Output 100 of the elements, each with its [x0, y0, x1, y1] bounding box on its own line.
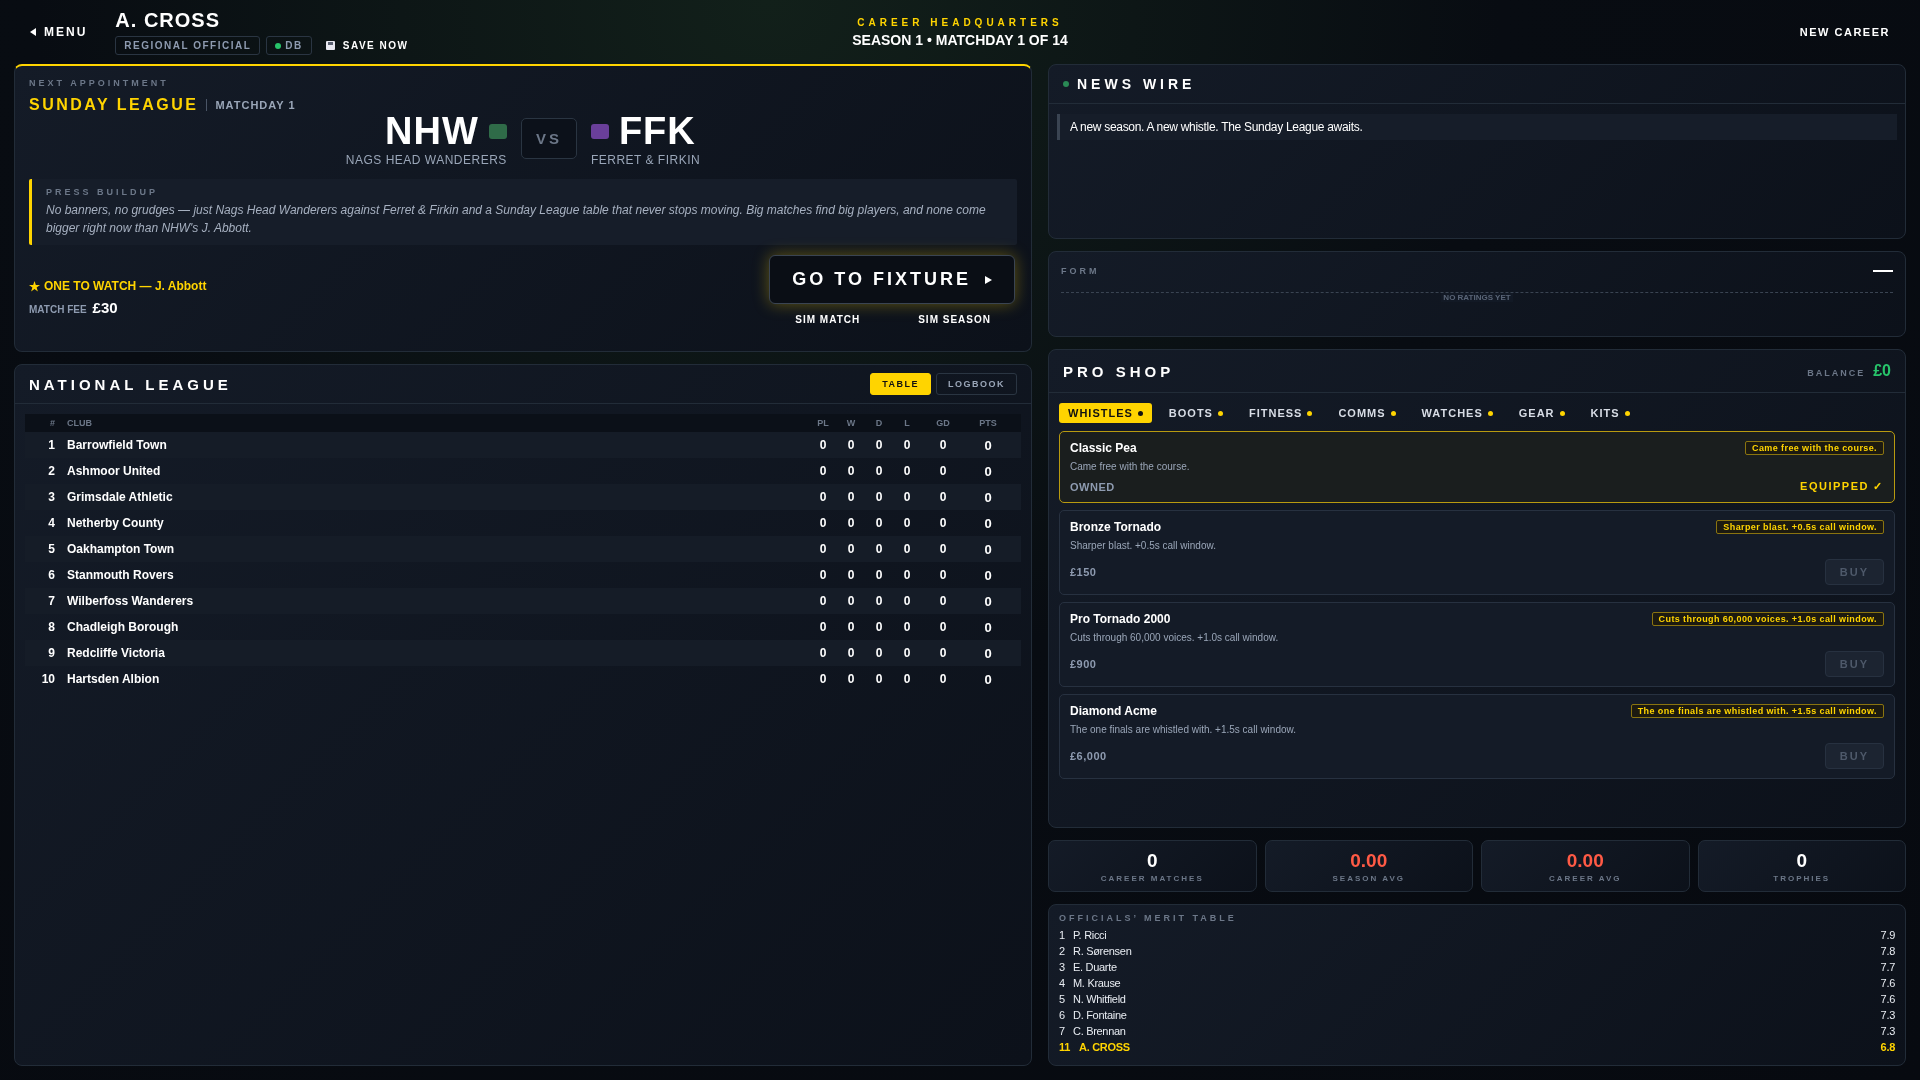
- shop-title: PRO SHOP: [1063, 362, 1175, 380]
- table-cell-text: Barrowfield Town: [66, 438, 168, 452]
- category-tab[interactable]: WATCHES: [1412, 403, 1502, 423]
- merit-rank: 7: [1059, 1025, 1066, 1037]
- role-badge: REGIONAL OFFICIAL: [115, 36, 261, 55]
- press-text: No banners, no grudges — just Nags Head Wanderers against Ferret & Firkin and a Sunday League table that never stops moving. Big matches find big players, and none come bigger right now than NHW's J. Abbott.: [46, 202, 987, 237]
- table-cell-text: 0: [846, 438, 856, 452]
- column-header: W: [845, 418, 857, 428]
- table-cell-text: 0: [938, 516, 948, 530]
- category-tab[interactable]: COMMS: [1329, 403, 1405, 423]
- table-cell-text: 0: [874, 620, 884, 634]
- table-cell-text: 0: [983, 463, 993, 479]
- table-cell-text: 0: [983, 567, 993, 583]
- stat-label: CAREER AVG: [1549, 873, 1622, 883]
- stat-value: 0.00: [1350, 849, 1388, 872]
- table-cell-text: Ashmoor United: [66, 464, 162, 478]
- category-tab[interactable]: FITNESS: [1239, 403, 1322, 423]
- table-cell-text: 0: [846, 672, 856, 686]
- merit-score: 7.8: [1880, 945, 1895, 957]
- table-cell-text: Wilberfoss Wanderers: [66, 594, 195, 608]
- team-abbreviation: NHW: [385, 110, 479, 153]
- table-cell-text: 0: [902, 646, 912, 660]
- table-cell-text: 0: [902, 542, 912, 556]
- item-tag: Cuts through 60,000 voices. +1.0s call window.: [1651, 612, 1884, 626]
- stat-label: SEASON AVG: [1332, 873, 1405, 883]
- table-cell-text: 0: [874, 464, 884, 478]
- merit-rank: 1: [1059, 929, 1066, 941]
- column-header: #: [49, 418, 56, 428]
- table-cell-text: 0: [938, 438, 948, 452]
- item-tag: The one finals are whistled with. +1.5s call window.: [1630, 704, 1884, 718]
- merit-score: 7.3: [1880, 1009, 1895, 1021]
- table-cell-text: 0: [846, 568, 856, 582]
- table-cell-text: 0: [902, 464, 912, 478]
- official-name: M. Krause: [1073, 977, 1122, 989]
- table-cell-text: 0: [818, 594, 828, 608]
- merit-rank: 3: [1059, 961, 1066, 973]
- column-header: L: [903, 418, 911, 428]
- matchday-label: MATCHDAY 1: [206, 99, 296, 111]
- view-tab[interactable]: LOGBOOK: [936, 373, 1017, 395]
- table-cell-text: 0: [846, 490, 856, 504]
- column-header: GD: [935, 418, 951, 428]
- item-description: Came free with the course.: [1070, 461, 1191, 474]
- table-cell-text: 0: [874, 490, 884, 504]
- sim-match-button[interactable]: SIM MATCH: [795, 314, 861, 325]
- go-to-fixture-button[interactable]: GO TO FIXTURE: [769, 255, 1015, 304]
- table-cell-text: Stanmouth Rovers: [66, 568, 175, 582]
- official-name: N. Whitfield: [1073, 993, 1127, 1005]
- table-cell-text: 10: [40, 672, 56, 686]
- item-status: OWNED: [1070, 480, 1115, 493]
- item-description: The one finals are whistled with. +1.5s call window.: [1070, 724, 1297, 737]
- table-cell-text: 0: [983, 619, 993, 635]
- table-cell-text: 8: [47, 620, 56, 634]
- official-name: R. Sørensen: [1073, 945, 1133, 957]
- table-cell-text: 0: [846, 516, 856, 530]
- table-cell-text: 0: [874, 646, 884, 660]
- table-cell-text: 5: [47, 542, 56, 556]
- save-button[interactable]: SAVE NOW: [317, 40, 417, 51]
- view-tab[interactable]: TABLE: [870, 373, 931, 395]
- table-cell-text: 0: [818, 672, 828, 686]
- merit-rank: 4: [1059, 977, 1066, 989]
- table-cell-text: 0: [902, 438, 912, 452]
- merit-score: 7.6: [1880, 993, 1895, 1005]
- item-description: Sharper blast. +0.5s call window.: [1070, 540, 1217, 553]
- table-cell-text: 4: [47, 516, 56, 530]
- table-cell-text: 0: [938, 490, 948, 504]
- news-title: NEWS WIRE: [1077, 76, 1196, 92]
- merit-title: OFFICIALS’ MERIT TABLE: [1059, 913, 1238, 923]
- table-cell-text: 0: [902, 620, 912, 634]
- category-tab[interactable]: WHISTLES: [1059, 403, 1152, 423]
- table-cell-text: 0: [818, 568, 828, 582]
- item-status: £900: [1070, 658, 1097, 670]
- empty-message: NO RATINGS YET: [1441, 293, 1513, 302]
- item-name: Bronze Tornado: [1070, 520, 1162, 534]
- sim-season-button[interactable]: SIM SEASON: [918, 314, 991, 325]
- official-name: A. CROSS: [115, 9, 222, 32]
- category-tab[interactable]: KITS: [1581, 403, 1639, 423]
- stat-value: 0: [1796, 849, 1808, 872]
- table-cell-text: Redcliffe Victoria: [66, 646, 166, 660]
- table-cell-text: 0: [983, 541, 993, 557]
- merit-score: 7.7: [1880, 961, 1895, 973]
- item-tag: Came free with the course.: [1745, 441, 1884, 455]
- new-career-button[interactable]: NEW CAREER: [1390, 26, 1890, 38]
- table-cell-text: 0: [938, 594, 948, 608]
- dash-icon: [1873, 270, 1893, 272]
- fee-label: MATCH FEE: [29, 304, 87, 315]
- category-tab[interactable]: GEAR: [1509, 403, 1574, 423]
- menu-button[interactable]: MENU: [30, 25, 88, 39]
- table-cell-text: 0: [818, 542, 828, 556]
- table-cell-text: 0: [938, 464, 948, 478]
- item-description: Cuts through 60,000 voices. +1.0s call window.: [1070, 632, 1280, 645]
- merit-rank: 11: [1059, 1041, 1072, 1053]
- team-abbreviation: FFK: [618, 110, 696, 153]
- table-cell-text: 0: [874, 594, 884, 608]
- balance-label: BALANCE: [1807, 368, 1866, 378]
- category-tab[interactable]: BOOTS: [1159, 403, 1232, 423]
- item-name: Classic Pea: [1070, 441, 1137, 455]
- table-cell-text: 0: [983, 515, 993, 531]
- form-label: FORM: [1061, 266, 1100, 276]
- table-cell-text: Grimsdale Athletic: [66, 490, 174, 504]
- table-cell-text: 6: [47, 568, 56, 582]
